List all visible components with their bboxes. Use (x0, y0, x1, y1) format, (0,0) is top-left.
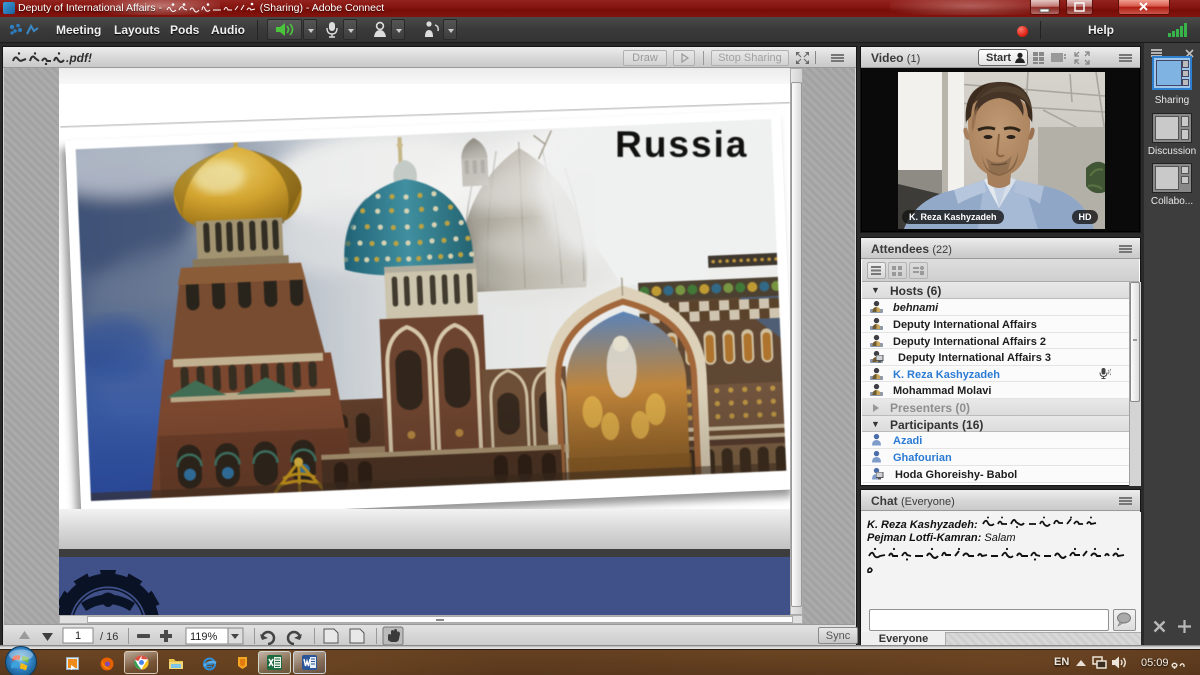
svg-text:1: 1 (75, 630, 81, 642)
svg-text:/ 16: / 16 (100, 631, 118, 643)
svg-text:119%: 119% (190, 631, 218, 643)
svg-text:.pdf!: .pdf! (66, 51, 92, 65)
